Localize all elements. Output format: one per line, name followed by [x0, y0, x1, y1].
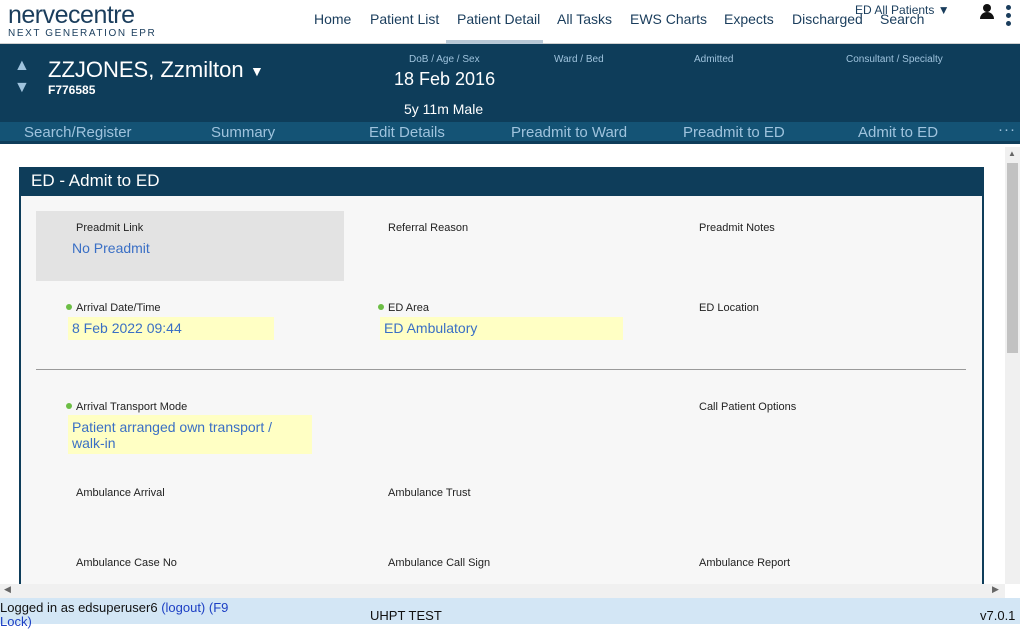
preadmit-link-value[interactable]: No Preadmit [72, 240, 150, 256]
nav-all-tasks[interactable]: All Tasks [557, 11, 612, 27]
section-divider [36, 369, 966, 370]
admitted-label: Admitted [694, 54, 734, 65]
content-area[interactable]: ED - Admit to ED Preadmit Link No Preadm… [0, 147, 1005, 584]
ed-area-value[interactable]: ED Ambulatory [384, 320, 477, 336]
action-bar: Search/Register Summary Edit Details Pre… [0, 121, 1020, 144]
preadmit-link-label: Preadmit Link [76, 222, 144, 234]
next-patient-arrow-icon[interactable]: ▼ [14, 80, 30, 96]
nav-patient-list[interactable]: Patient List [370, 11, 439, 27]
scroll-up-arrow-icon[interactable]: ▲ [1008, 149, 1016, 158]
ambulance-call-sign-label: Ambulance Call Sign [388, 557, 491, 569]
ward-selector-label: ED All Patients [855, 3, 935, 17]
nav-ews-charts[interactable]: EWS Charts [630, 11, 707, 27]
logo-name: nervecentre [8, 1, 135, 29]
referral-reason-label: Referral Reason [388, 222, 469, 234]
scroll-left-arrow-icon[interactable]: ◀ [4, 584, 11, 595]
nav-home[interactable]: Home [314, 11, 351, 27]
nav-discharged[interactable]: Discharged [792, 11, 863, 27]
login-status: Logged in as edsuperuser6 (logout) (F9 L… [0, 601, 250, 629]
arrival-transport-value[interactable]: Patient arranged own transport / walk-in [72, 419, 302, 451]
nav-expects[interactable]: Expects [724, 11, 774, 27]
action-edit-details[interactable]: Edit Details [369, 124, 445, 141]
patient-menu-caret-icon[interactable]: ▼ [250, 63, 264, 79]
logged-in-text: Logged in as edsuperuser6 [0, 600, 158, 615]
arrival-datetime-label: Arrival Date/Time [66, 302, 161, 314]
nav-patient-detail[interactable]: Patient Detail [457, 11, 540, 27]
ed-area-label: ED Area [378, 302, 429, 314]
ward-selector[interactable]: ED All Patients ▼ [855, 3, 950, 17]
user-icon[interactable] [980, 4, 994, 20]
arrival-datetime-value[interactable]: 8 Feb 2022 09:44 [72, 320, 182, 336]
dob-age-sex-label: DoB / Age / Sex [409, 54, 480, 65]
action-preadmit-to-ed[interactable]: Preadmit to ED [683, 124, 785, 141]
arrival-transport-label: Arrival Transport Mode [66, 401, 187, 413]
preadmit-notes-label: Preadmit Notes [699, 222, 775, 234]
logout-link[interactable]: (logout) [161, 600, 205, 615]
app-version: v7.0.1 [980, 608, 1016, 623]
action-search-register[interactable]: Search/Register [24, 124, 132, 141]
scroll-right-arrow-icon[interactable]: ▶ [992, 584, 999, 595]
call-patient-options-label: Call Patient Options [699, 401, 797, 413]
environment-name: UHPT TEST [370, 608, 442, 623]
patient-dob: 18 Feb 2016 [394, 69, 496, 89]
form-title: ED - Admit to ED [19, 167, 984, 196]
action-admit-to-ed[interactable]: Admit to ED [858, 124, 938, 141]
caret-down-icon: ▼ [937, 3, 950, 17]
patient-age-sex: 5y 11m Male [404, 101, 484, 117]
ambulance-case-no-label: Ambulance Case No [76, 557, 177, 569]
more-actions-icon[interactable]: ··· [998, 121, 1016, 138]
action-summary[interactable]: Summary [211, 124, 275, 141]
nervecentre-logo[interactable]: nervecentre NEXT GENERATION EPR [8, 3, 156, 40]
previous-patient-arrow-icon[interactable]: ▲ [14, 58, 30, 74]
ambulance-trust-label: Ambulance Trust [388, 487, 471, 499]
patient-name: ZZJONES, Zzmilton [48, 57, 244, 82]
patient-banner: ▲ ▼ ZZJONES, Zzmilton ▼ F776585 DoB / Ag… [0, 44, 1020, 122]
required-dot-icon [66, 304, 72, 310]
more-menu-icon[interactable] [1006, 5, 1012, 31]
ward-bed-label: Ward / Bed [554, 54, 604, 65]
patient-id: F776585 [48, 83, 96, 97]
action-preadmit-to-ward[interactable]: Preadmit to Ward [511, 124, 627, 141]
ambulance-report-label: Ambulance Report [699, 557, 791, 569]
consultant-label: Consultant / Specialty [846, 54, 943, 65]
status-footer: Logged in as edsuperuser6 (logout) (F9 L… [0, 598, 1020, 629]
ed-location-label: ED Location [699, 302, 759, 314]
logo-tagline: NEXT GENERATION EPR [8, 28, 157, 39]
ambulance-arrival-label: Ambulance Arrival [76, 487, 165, 499]
vertical-scroll-thumb[interactable] [1007, 163, 1018, 353]
required-dot-icon [66, 403, 72, 409]
top-navigation: nervecentre NEXT GENERATION EPR Home Pat… [0, 0, 1020, 44]
vertical-scrollbar[interactable]: ▲ [1005, 147, 1020, 584]
required-dot-icon [378, 304, 384, 310]
horizontal-scrollbar[interactable]: ◀ ▶ [0, 584, 1005, 598]
